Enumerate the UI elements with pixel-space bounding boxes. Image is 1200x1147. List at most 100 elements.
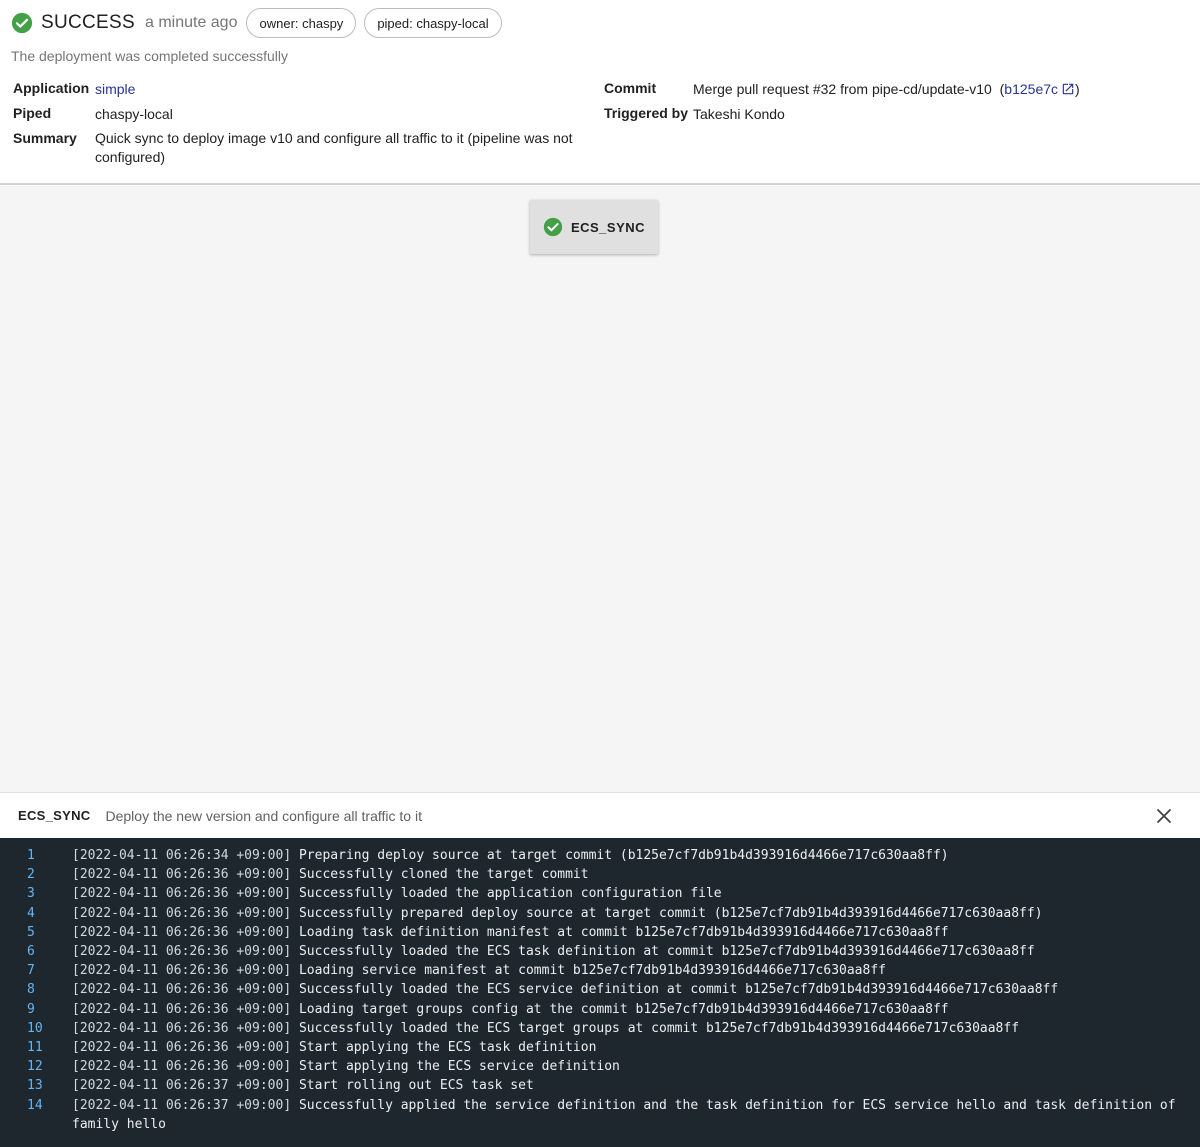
log-line: 9 [2022-04-11 06:26:36 +09:00] Loading ta… <box>0 1000 1200 1019</box>
log-line-text: [2022-04-11 06:26:36 +09:00] Loading ser… <box>72 961 1190 980</box>
log-message: Start rolling out ECS task set <box>298 1078 534 1094</box>
piped-value: chaspy-local <box>95 106 173 122</box>
log-line-text: [2022-04-11 06:26:36 +09:00] Start apply… <box>72 1057 1190 1076</box>
log-timestamp: [2022-04-11 06:26:36 +09:00] <box>72 1059 292 1075</box>
label-chip-piped[interactable]: piped: chaspy-local <box>364 8 502 38</box>
commit-paren-open: ( <box>995 81 1005 97</box>
log-line: 13 [2022-04-11 06:26:37 +09:00] Start rol… <box>0 1076 1200 1095</box>
log-panel-header: ECS_SYNC Deploy the new version and conf… <box>0 792 1200 838</box>
pipeline-area: ECS_SYNC <box>0 186 1200 792</box>
stage-name: ECS_SYNC <box>570 219 646 235</box>
log-line-number: 10 <box>27 1020 43 1036</box>
log-message: Successfully loaded the application conf… <box>298 886 722 902</box>
log-message: Successfully loaded the ECS target group… <box>298 1020 1020 1036</box>
log-line: 10 [2022-04-11 06:26:36 +09:00] Successfu… <box>0 1019 1200 1038</box>
deployment-description: The deployment was completed successfull… <box>11 48 289 64</box>
log-timestamp: [2022-04-11 06:26:36 +09:00] <box>72 867 292 883</box>
log-line: 5 [2022-04-11 06:26:36 +09:00] Loading ta… <box>0 923 1200 942</box>
log-line-text: [2022-04-11 06:26:36 +09:00] Successfull… <box>72 884 1190 903</box>
log-line: 2 [2022-04-11 06:26:36 +09:00] Successful… <box>0 865 1200 884</box>
log-timestamp: [2022-04-11 06:26:37 +09:00] <box>72 1097 292 1113</box>
log-line-number: 5 <box>27 924 35 940</box>
log-line: 4 [2022-04-11 06:26:36 +09:00] Successful… <box>0 904 1200 923</box>
log-timestamp: [2022-04-11 06:26:36 +09:00] <box>72 905 292 921</box>
log-line: 12 [2022-04-11 06:26:36 +09:00] Start app… <box>0 1057 1200 1076</box>
log-line: 6 [2022-04-11 06:26:36 +09:00] Successful… <box>0 942 1200 961</box>
log-timestamp: [2022-04-11 06:26:36 +09:00] <box>72 963 292 979</box>
check-circle-icon <box>11 12 33 34</box>
log-message: Loading target groups config at the comm… <box>298 1001 949 1017</box>
commit-value: Merge pull request #32 from pipe-cd/upda… <box>693 80 1080 101</box>
log-line-number: 3 <box>27 886 35 902</box>
log-message: Preparing deploy source at target commit… <box>298 848 949 863</box>
log-line-number: 14 <box>27 1097 43 1113</box>
log-line: 8 [2022-04-11 06:26:36 +09:00] Successful… <box>0 980 1200 999</box>
log-line-number: 11 <box>27 1040 43 1056</box>
log-line-text: [2022-04-11 06:26:36 +09:00] Successfull… <box>72 865 1190 884</box>
log-line: 7 [2022-04-11 06:26:36 +09:00] Loading se… <box>0 961 1200 980</box>
log-timestamp: [2022-04-11 06:26:36 +09:00] <box>72 1040 292 1056</box>
log-stage-name: ECS_SYNC <box>18 808 91 823</box>
summary-label: Summary <box>13 130 77 146</box>
log-line-text: [2022-04-11 06:26:36 +09:00] Successfull… <box>72 942 1190 961</box>
deployment-header: SUCCESS a minute ago owner: chaspy piped… <box>0 0 1200 185</box>
log-line-text: [2022-04-11 06:26:36 +09:00] Successfull… <box>72 1019 1190 1038</box>
status-row: SUCCESS a minute ago owner: chaspy piped… <box>11 8 510 38</box>
deployment-status: SUCCESS <box>41 12 135 33</box>
log-line-number: 4 <box>27 905 35 921</box>
commit-message: Merge pull request #32 from pipe-cd/upda… <box>693 81 992 97</box>
close-icon[interactable] <box>1154 806 1174 826</box>
deployment-time: a minute ago <box>144 14 238 31</box>
log-line-number: 12 <box>27 1059 43 1075</box>
log-line-number: 2 <box>27 867 35 883</box>
log-timestamp: [2022-04-11 06:26:36 +09:00] <box>72 944 292 960</box>
log-message: Start applying the ECS task definition <box>298 1040 597 1056</box>
log-message: Loading service manifest at commit b125e… <box>298 963 886 979</box>
log-timestamp: [2022-04-11 06:26:37 +09:00] <box>72 1078 292 1094</box>
log-line-text: [2022-04-11 06:26:34 +09:00] Preparing d… <box>72 846 1190 865</box>
summary-value: Quick sync to deploy image v10 and confi… <box>95 130 573 165</box>
log-line-number: 13 <box>27 1078 43 1094</box>
commit-paren-close: ) <box>1075 81 1080 97</box>
log-timestamp: [2022-04-11 06:26:36 +09:00] <box>72 886 292 902</box>
triggered-by-label: Triggered by <box>604 105 689 121</box>
log-line-text: [2022-04-11 06:26:36 +09:00] Start apply… <box>72 1038 1190 1057</box>
log-line-text: [2022-04-11 06:26:36 +09:00] Loading tas… <box>72 923 1190 942</box>
log-message: Successfully prepared deploy source at t… <box>298 905 1043 921</box>
log-message: Successfully cloned the target commit <box>298 867 589 883</box>
log-line: 3 [2022-04-11 06:26:36 +09:00] Successful… <box>0 884 1200 903</box>
log-line-text: [2022-04-11 06:26:37 +09:00] Successfull… <box>72 1096 1190 1134</box>
label-chip-owner[interactable]: owner: chaspy <box>246 8 357 38</box>
log-timestamp: [2022-04-11 06:26:36 +09:00] <box>72 1020 292 1036</box>
check-circle-icon <box>543 217 563 237</box>
application-link[interactable]: simple <box>95 80 135 99</box>
log-line-text: [2022-04-11 06:26:36 +09:00] Successfull… <box>72 980 1190 999</box>
log-viewer[interactable]: 1 [2022-04-11 06:26:34 +09:00] Preparing … <box>0 838 1200 1147</box>
triggered-by-value: Takeshi Kondo <box>693 106 785 122</box>
log-timestamp: [2022-04-11 06:26:36 +09:00] <box>72 1001 292 1017</box>
log-message: Start applying the ECS service definitio… <box>298 1059 620 1075</box>
log-message: Successfully loaded the ECS service defi… <box>298 982 1059 998</box>
stage-card-ecs-sync[interactable]: ECS_SYNC <box>530 200 658 254</box>
piped-label: Piped <box>13 105 52 121</box>
log-timestamp: [2022-04-11 06:26:36 +09:00] <box>72 924 292 940</box>
log-message: Successfully loaded the ECS task definit… <box>298 944 1035 960</box>
log-line-number: 8 <box>27 982 35 998</box>
log-line-text: [2022-04-11 06:26:37 +09:00] Start rolli… <box>72 1076 1190 1095</box>
application-label: Application <box>13 80 90 96</box>
commit-hash-link[interactable]: b125e7c <box>1004 81 1058 97</box>
open-in-new-icon[interactable] <box>1061 82 1075 101</box>
log-line: 14 [2022-04-11 06:26:37 +09:00] Successfu… <box>0 1096 1200 1134</box>
log-line-number: 7 <box>27 963 35 979</box>
log-timestamp: [2022-04-11 06:26:36 +09:00] <box>72 982 292 998</box>
log-timestamp: [2022-04-11 06:26:34 +09:00] <box>72 848 292 863</box>
log-line-number: 9 <box>27 1001 35 1017</box>
log-line-text: [2022-04-11 06:26:36 +09:00] Successfull… <box>72 904 1190 923</box>
log-stage-description: Deploy the new version and configure all… <box>105 807 422 824</box>
log-line-number: 6 <box>27 944 35 960</box>
commit-label: Commit <box>604 80 657 96</box>
log-line: 1 [2022-04-11 06:26:34 +09:00] Preparing … <box>0 846 1200 865</box>
log-message: Loading task definition manifest at comm… <box>298 924 949 940</box>
log-line-text: [2022-04-11 06:26:36 +09:00] Loading tar… <box>72 1000 1190 1019</box>
log-line: 11 [2022-04-11 06:26:36 +09:00] Start app… <box>0 1038 1200 1057</box>
